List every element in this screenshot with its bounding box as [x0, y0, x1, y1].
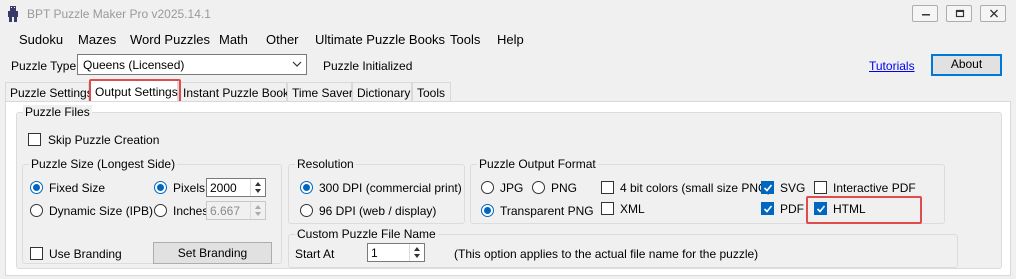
- window-title: BPT Puzzle Maker Pro v2025.14.1: [27, 7, 211, 21]
- use-branding-checkbox[interactable]: [30, 247, 43, 260]
- set-branding-button[interactable]: Set Branding: [153, 242, 272, 264]
- dpi-96-label: 96 DPI (web / display): [319, 204, 437, 218]
- minimize-button[interactable]: [912, 5, 938, 22]
- menu-tools[interactable]: Tools: [450, 32, 480, 47]
- transparent-png-label: Transparent PNG: [500, 204, 594, 218]
- dpi-96-radio[interactable]: [300, 204, 313, 217]
- spinner-arrows-icon[interactable]: [250, 202, 265, 219]
- restore-icon: [955, 9, 965, 18]
- puzzle-size-group: Puzzle Size (Longest Side) Fixed Size Dy…: [22, 157, 282, 264]
- dpi-300-radio[interactable]: [300, 181, 313, 194]
- start-at-label: Start At: [295, 247, 335, 261]
- menu-word-puzzles[interactable]: Word Puzzles: [130, 32, 210, 47]
- resolution-title: Resolution: [295, 157, 356, 171]
- fixed-size-label: Fixed Size: [49, 181, 106, 195]
- menu-ultimate-puzzle-books[interactable]: Ultimate Puzzle Books: [315, 32, 445, 47]
- tab-tools[interactable]: Tools: [412, 82, 451, 102]
- dpi-300-label: 300 DPI (commercial print): [319, 181, 462, 195]
- svg-label: SVG: [780, 181, 806, 195]
- png-label: PNG: [551, 181, 578, 195]
- interactive-pdf-checkbox[interactable]: [814, 181, 827, 194]
- puzzle-files-group: Puzzle Files Skip Puzzle Creation Puzzle…: [16, 105, 1002, 269]
- html-highlight: [806, 196, 922, 224]
- png-radio[interactable]: [532, 181, 545, 194]
- minimize-icon: [922, 14, 930, 16]
- custom-file-name-title: Custom Puzzle File Name: [295, 227, 438, 241]
- tab-dictionary[interactable]: Dictionary: [352, 82, 412, 102]
- fixed-size-radio[interactable]: [30, 181, 43, 194]
- xml-checkbox[interactable]: [601, 202, 614, 215]
- output-format-title: Puzzle Output Format: [477, 157, 598, 171]
- menu-math[interactable]: Math: [219, 32, 248, 47]
- menu-sudoku[interactable]: Sudoku: [19, 32, 63, 47]
- use-branding-label: Use Branding: [49, 247, 122, 261]
- four-bit-label: 4 bit colors (small size PNG): [620, 181, 772, 195]
- file-name-note: (This option applies to the actual file …: [454, 247, 759, 261]
- tab-instant-puzzle-books[interactable]: Instant Puzzle Books: [178, 82, 295, 102]
- pdf-checkbox[interactable]: [761, 202, 774, 215]
- inches-stepper[interactable]: 6.667: [206, 201, 266, 220]
- status-text: Puzzle Initialized: [323, 59, 413, 73]
- tab-puzzle-settings[interactable]: Puzzle Settings: [5, 82, 93, 102]
- inches-value: 6.667: [210, 204, 241, 218]
- inches-label: Inches: [173, 204, 209, 218]
- interactive-pdf-label: Interactive PDF: [833, 181, 916, 195]
- dynamic-size-label: Dynamic Size (IPB): [49, 204, 154, 218]
- puzzle-type-row: Puzzle Type Queens (Licensed) Puzzle Ini…: [0, 52, 1016, 78]
- chevron-down-icon: [292, 58, 302, 72]
- menu-other[interactable]: Other: [266, 32, 299, 47]
- start-at-stepper[interactable]: 1: [367, 243, 425, 262]
- pdf-label: PDF: [780, 202, 804, 216]
- skip-puzzle-creation-checkbox[interactable]: [28, 133, 41, 146]
- puzzle-files-title: Puzzle Files: [23, 105, 92, 119]
- about-button[interactable]: About: [931, 54, 1002, 76]
- menu-help[interactable]: Help: [497, 32, 524, 47]
- pixels-label: Pixels: [173, 181, 206, 195]
- transparent-png-radio[interactable]: [481, 204, 494, 217]
- checkmark-icon: [763, 205, 773, 213]
- svg-checkbox[interactable]: [761, 181, 774, 194]
- skip-puzzle-creation-label: Skip Puzzle Creation: [48, 133, 160, 147]
- close-button[interactable]: [980, 5, 1006, 22]
- dynamic-size-radio[interactable]: [30, 204, 43, 217]
- checkmark-icon: [763, 184, 773, 192]
- custom-file-name-group: Custom Puzzle File Name Start At 1 (This…: [288, 227, 958, 268]
- jpg-label: JPG: [500, 181, 524, 195]
- resolution-group: Resolution 300 DPI (commercial print) 96…: [288, 157, 465, 224]
- puzzle-type-dropdown[interactable]: Queens (Licensed): [77, 54, 307, 75]
- tab-time-saver[interactable]: Time Saver: [287, 82, 353, 102]
- spinner-arrows-icon[interactable]: [250, 179, 265, 196]
- output-settings-panel: Puzzle Files Skip Puzzle Creation Puzzle…: [5, 101, 1011, 276]
- inches-radio[interactable]: [154, 204, 167, 217]
- xml-label: XML: [620, 202, 645, 216]
- pixels-radio[interactable]: [154, 181, 167, 194]
- robot-icon: [6, 6, 20, 22]
- tutorials-link[interactable]: Tutorials: [869, 59, 915, 73]
- jpg-radio[interactable]: [481, 181, 494, 194]
- pixels-value: 2000: [210, 181, 237, 195]
- puzzle-type-value: Queens (Licensed): [83, 58, 185, 72]
- puzzle-type-label: Puzzle Type: [11, 59, 77, 73]
- menu-mazes[interactable]: Mazes: [78, 32, 116, 47]
- four-bit-checkbox[interactable]: [601, 181, 614, 194]
- spinner-arrows-icon[interactable]: [409, 244, 424, 261]
- puzzle-size-title: Puzzle Size (Longest Side): [29, 157, 178, 171]
- restore-button[interactable]: [946, 5, 972, 22]
- pixels-stepper[interactable]: 2000: [206, 178, 266, 197]
- start-at-value: 1: [371, 246, 378, 260]
- close-icon: [990, 9, 998, 18]
- title-bar: BPT Puzzle Maker Pro v2025.14.1: [0, 0, 1016, 27]
- menu-bar: Sudoku Mazes Word Puzzles Math Other Ult…: [0, 28, 1016, 50]
